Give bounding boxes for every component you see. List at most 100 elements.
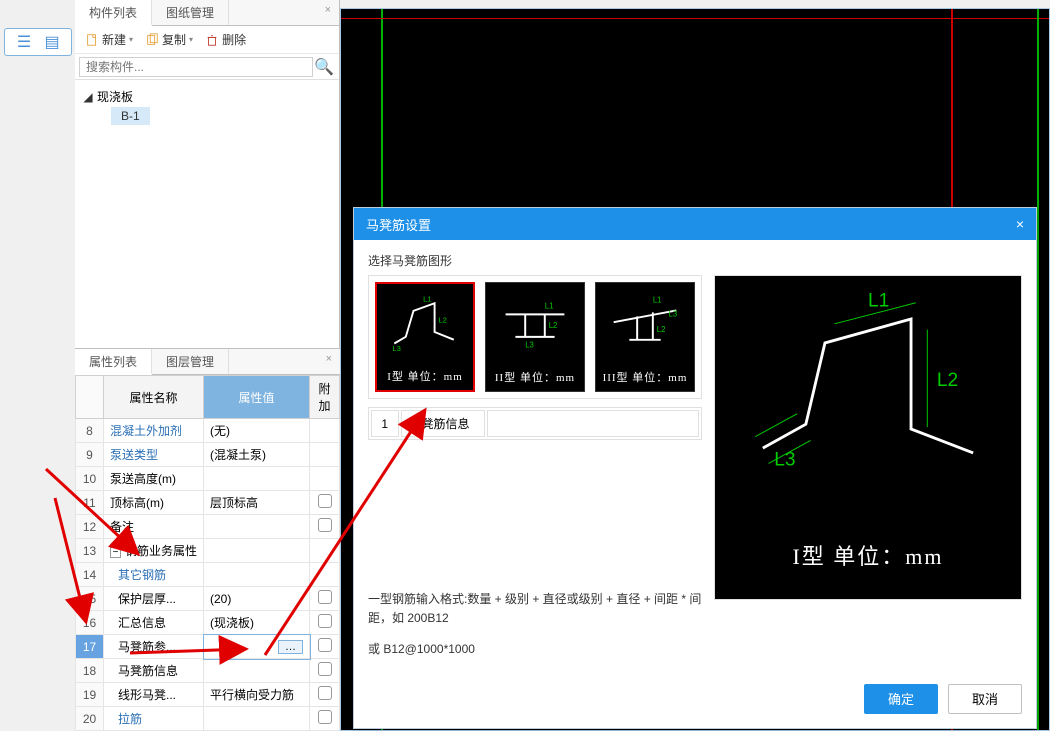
- row-extra[interactable]: [310, 539, 340, 563]
- checkbox-icon[interactable]: [318, 662, 332, 676]
- row-value[interactable]: (混凝土泵): [204, 443, 310, 467]
- row-name: 线形马凳...: [104, 683, 204, 707]
- thumb-type-3[interactable]: L1 L3 L2 III型 单位：mm: [595, 282, 695, 392]
- delete-button[interactable]: 删除: [201, 29, 250, 50]
- property-row[interactable]: 17马凳筋参...…: [76, 635, 340, 659]
- row-value[interactable]: [204, 563, 310, 587]
- property-row[interactable]: 16汇总信息(现浇板): [76, 611, 340, 635]
- select-shape-label: 选择马凳筋图形: [368, 252, 1022, 269]
- copy-button[interactable]: 复制 ▾: [141, 29, 197, 50]
- checkbox-icon[interactable]: [318, 494, 332, 508]
- svg-text:L2: L2: [549, 321, 558, 330]
- tree-child-item[interactable]: B-1: [111, 107, 150, 125]
- row-value[interactable]: (20): [204, 587, 310, 611]
- madeng-dialog: 马凳筋设置 × 选择马凳筋图形 L1 L2 L3 I型 单位：mm: [353, 207, 1037, 729]
- row-extra[interactable]: [310, 635, 340, 659]
- row-value[interactable]: [204, 659, 310, 683]
- property-row[interactable]: 13−钢筋业务属性: [76, 539, 340, 563]
- label-L3: L3: [774, 449, 795, 470]
- property-row[interactable]: 18马凳筋信息: [76, 659, 340, 683]
- property-row[interactable]: 19线形马凳...平行横向受力筋: [76, 683, 340, 707]
- card-view-icon[interactable]: ▤: [42, 32, 62, 52]
- row-value[interactable]: [204, 539, 310, 563]
- property-row[interactable]: 20拉筋: [76, 707, 340, 731]
- row-extra[interactable]: [310, 707, 340, 731]
- thumb-type-1[interactable]: L1 L2 L3 I型 单位：mm: [375, 282, 475, 392]
- row-extra[interactable]: [310, 467, 340, 491]
- row-index: 14: [76, 563, 104, 587]
- row-value[interactable]: [204, 467, 310, 491]
- copy-icon: [145, 33, 159, 47]
- row-name: 马凳筋信息: [104, 659, 204, 683]
- checkbox-icon[interactable]: [318, 710, 332, 724]
- ok-button[interactable]: 确定: [864, 684, 938, 714]
- expander-icon[interactable]: −: [110, 547, 121, 558]
- row-value[interactable]: …: [204, 635, 310, 659]
- row-extra[interactable]: [310, 563, 340, 587]
- tab-properties[interactable]: 属性列表: [75, 349, 152, 375]
- search-icon[interactable]: 🔍: [313, 57, 335, 77]
- hint-line-1: 一型钢筋输入格式:数量 + 级别 + 直径或级别 + 直径 + 间距 * 间距，…: [368, 590, 702, 628]
- component-toolbar: 新建 ▾ 复制 ▾ 删除: [75, 26, 339, 54]
- row-value[interactable]: 层顶标高: [204, 491, 310, 515]
- tabs-collapse-icon[interactable]: ×: [318, 349, 340, 374]
- row-extra[interactable]: [310, 659, 340, 683]
- ellipsis-button[interactable]: …: [278, 640, 303, 654]
- new-button[interactable]: 新建 ▾: [81, 29, 137, 50]
- property-row[interactable]: 14其它钢筋: [76, 563, 340, 587]
- checkbox-icon[interactable]: [318, 638, 332, 652]
- view-mode-group[interactable]: ☰ ▤: [4, 28, 72, 56]
- property-row[interactable]: 10泵送高度(m): [76, 467, 340, 491]
- svg-text:L1: L1: [653, 296, 662, 305]
- row-extra[interactable]: [310, 419, 340, 443]
- row-value[interactable]: (现浇板): [204, 611, 310, 635]
- close-icon[interactable]: ×: [1016, 216, 1024, 232]
- property-row[interactable]: 8混凝土外加剂(无): [76, 419, 340, 443]
- component-tree: ◢ 现浇板 B-1: [75, 80, 339, 131]
- row-name: 混凝土外加剂: [104, 419, 204, 443]
- checkbox-icon[interactable]: [318, 614, 332, 628]
- row-value[interactable]: [204, 515, 310, 539]
- row-extra[interactable]: [310, 443, 340, 467]
- dialog-titlebar[interactable]: 马凳筋设置 ×: [354, 208, 1036, 240]
- property-row[interactable]: 9泵送类型(混凝土泵): [76, 443, 340, 467]
- col-extra: 附加: [310, 376, 340, 419]
- row-index: 16: [76, 611, 104, 635]
- row-name: 泵送类型: [104, 443, 204, 467]
- svg-text:L1: L1: [423, 294, 432, 303]
- tab-components[interactable]: 构件列表: [75, 0, 152, 26]
- info-value[interactable]: [487, 410, 699, 437]
- property-row[interactable]: 12备注: [76, 515, 340, 539]
- property-row[interactable]: 15保护层厚...(20): [76, 587, 340, 611]
- row-index: 20: [76, 707, 104, 731]
- row-index: 19: [76, 683, 104, 707]
- row-index: 9: [76, 443, 104, 467]
- tree-root-label: 现浇板: [97, 88, 133, 105]
- row-extra[interactable]: [310, 683, 340, 707]
- checkbox-icon[interactable]: [318, 686, 332, 700]
- row-name: 马凳筋参...: [104, 635, 204, 659]
- row-value[interactable]: [204, 707, 310, 731]
- tabs-collapse-icon[interactable]: ×: [317, 0, 339, 25]
- checkbox-icon[interactable]: [318, 590, 332, 604]
- checkbox-icon[interactable]: [318, 518, 332, 532]
- tab-drawings[interactable]: 图纸管理: [152, 0, 229, 25]
- new-label: 新建: [102, 31, 126, 48]
- row-extra[interactable]: [310, 515, 340, 539]
- list-view-icon[interactable]: ☰: [14, 32, 34, 52]
- preview-pane: L1 L2 L3 I型 单位：mm: [714, 275, 1022, 600]
- tab-layers[interactable]: 图层管理: [152, 349, 229, 374]
- row-extra[interactable]: [310, 611, 340, 635]
- svg-text:L3: L3: [525, 341, 534, 350]
- row-extra[interactable]: [310, 587, 340, 611]
- row-value[interactable]: 平行横向受力筋: [204, 683, 310, 707]
- search-input[interactable]: [79, 57, 313, 77]
- tree-root-row[interactable]: ◢ 现浇板: [83, 86, 331, 107]
- thumb-type-2[interactable]: L1 L2 L3 II型 单位：mm: [485, 282, 585, 392]
- row-value[interactable]: (无): [204, 419, 310, 443]
- property-row[interactable]: 11顶标高(m)层顶标高: [76, 491, 340, 515]
- row-name: 备注: [104, 515, 204, 539]
- cancel-button[interactable]: 取消: [948, 684, 1022, 714]
- property-table: 属性名称 属性值 附加 8混凝土外加剂(无)9泵送类型(混凝土泵)10泵送高度(…: [75, 375, 340, 731]
- row-extra[interactable]: [310, 491, 340, 515]
